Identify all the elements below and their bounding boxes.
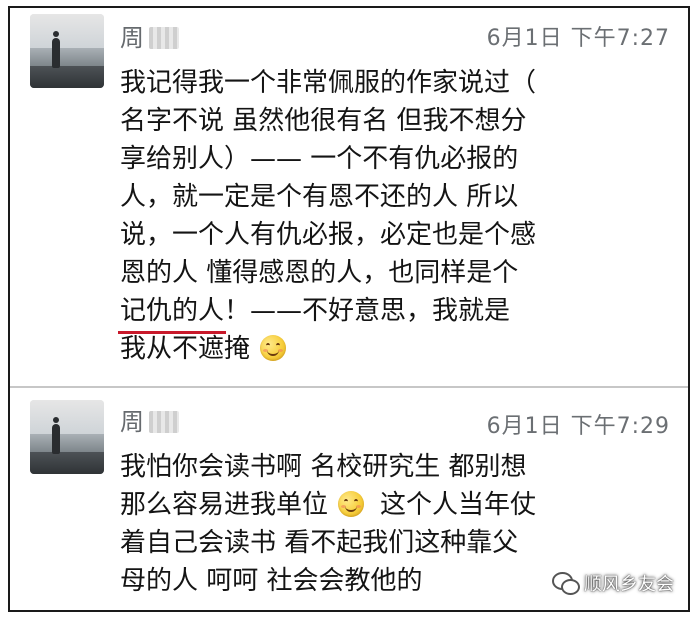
- message-line: 那么容易进我单位 这个人当年仗: [120, 490, 537, 520]
- message-line: 恩的人 懂得感恩的人，也同样是个: [120, 258, 519, 288]
- message-line: 说，一个人有仇必报，必定也是个感: [120, 220, 537, 250]
- sender-name[interactable]: 周: [120, 18, 179, 53]
- message-divider: [10, 386, 688, 388]
- message-line: 我记得我一个非常佩服的作家说过（: [120, 68, 537, 98]
- watermark-text: 顺风乡友会: [584, 574, 674, 595]
- message-line: 着自己会读书 看不起我们这种靠父: [120, 528, 519, 558]
- smile-emoji-icon: [260, 335, 287, 361]
- sender-name[interactable]: 周: [120, 402, 179, 437]
- blurred-name-icon: [149, 27, 179, 49]
- message-line: 我怕你会读书啊 名校研究生 都别想: [120, 452, 527, 482]
- message-line: 记仇的人！——不好意思，我就是: [117, 292, 665, 334]
- message-timestamp: 6月1日 下午7:29: [486, 414, 670, 439]
- smile-emoji-icon: [338, 491, 365, 517]
- message-timestamp: 6月1日 下午7:27: [486, 26, 670, 51]
- message-line: 我从不遮掩: [120, 330, 665, 368]
- chat-screenshot-frame: 周 6月1日 下午7:27 我记得我一个非常佩服的作家说过（ 名字不说 虽然他很…: [8, 6, 690, 612]
- red-underlined-text: 记仇的人: [117, 292, 227, 334]
- avatar[interactable]: [30, 400, 104, 474]
- wechat-icon: [552, 572, 580, 595]
- avatar[interactable]: [30, 14, 104, 88]
- message-line: 人，就一定是个有恩不还的人 所以: [120, 182, 519, 212]
- message-text: 我记得我一个非常佩服的作家说过（ 名字不说 虽然他很有名 但我不想分 享给别人）…: [117, 64, 665, 368]
- message-line: 名字不说 虽然他很有名 但我不想分: [120, 106, 527, 136]
- blurred-name-icon: [149, 411, 179, 433]
- watermark: 顺风乡友会: [552, 570, 674, 596]
- chat-message: 周 6月1日 下午7:27 我记得我一个非常佩服的作家说过（ 名字不说 虽然他很…: [10, 8, 688, 386]
- message-line: 享给别人）—— 一个不有仇必报的: [120, 144, 519, 174]
